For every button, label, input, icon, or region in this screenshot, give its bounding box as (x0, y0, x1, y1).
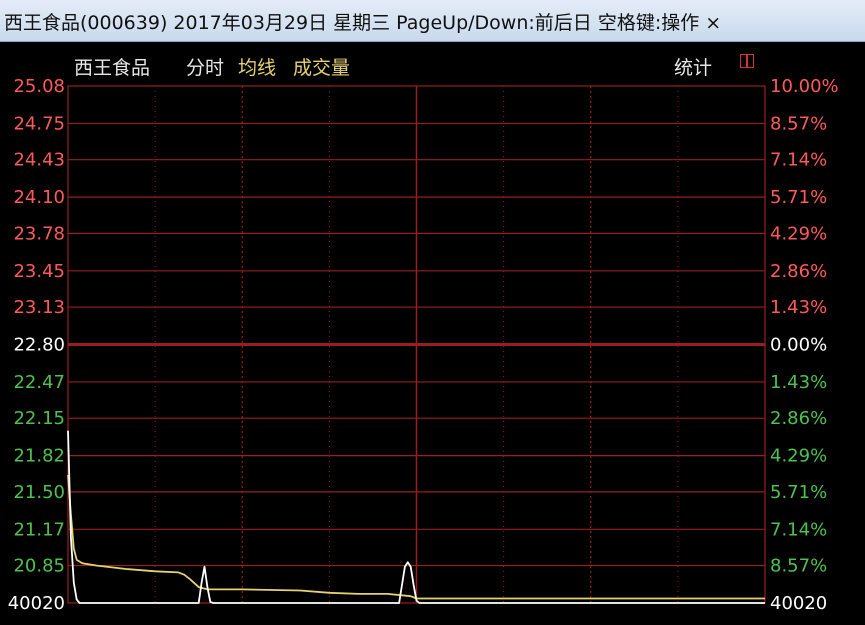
chart-grid (67, 85, 766, 604)
percent-tick-label: 2.86% (770, 408, 827, 429)
percent-tick-label: 10.00% (770, 76, 839, 97)
price-tick-label: 23.13 (13, 297, 65, 318)
price-tick-label: 21.17 (13, 519, 65, 540)
price-tick-label: 25.08 (13, 76, 65, 97)
percent-tick-label: 0.00% (770, 335, 827, 356)
price-tick-label: 22.15 (13, 408, 65, 429)
price-tick-label: 24.75 (13, 113, 65, 134)
price-tick-label: 24.10 (13, 187, 65, 208)
price-tick-label: 22.47 (13, 372, 65, 393)
percent-tick-label: 4.29% (770, 223, 827, 244)
percent-tick-label: 8.57% (770, 113, 827, 134)
percent-tick-label: 1.43% (770, 297, 827, 318)
price-axis: 25.08 24.75 24.43 24.10 23.78 23.45 23.13 22.80… (8, 76, 65, 614)
percent-tick-label: 1.43% (770, 372, 827, 393)
percent-tick-label: 7.14% (770, 150, 827, 171)
percent-tick-label: 40020 (770, 593, 827, 614)
price-tick-label: 20.85 (13, 556, 65, 577)
percent-tick-label: 4.29% (770, 446, 827, 467)
percent-axis: 10.00% 8.57% 7.14% 5.71% 4.29% 2.86% 1.43% 0.00… (770, 76, 839, 614)
percent-tick-label: 5.71% (770, 482, 827, 503)
percent-tick-label: 5.71% (770, 187, 827, 208)
price-tick-label: 40020 (8, 593, 65, 614)
price-tick-label: 23.45 (13, 261, 65, 282)
intraday-chart: 25.08 24.75 24.43 24.10 23.78 23.45 23.13 22.80… (8, 76, 839, 614)
price-tick-label: 21.50 (13, 482, 65, 503)
price-tick-label: 24.43 (13, 150, 65, 171)
price-tick-label: 21.82 (13, 446, 65, 467)
price-tick-label: 22.80 (13, 335, 65, 356)
percent-tick-label: 7.14% (770, 519, 827, 540)
price-tick-label: 23.78 (13, 223, 65, 244)
percent-tick-label: 8.57% (770, 556, 827, 577)
percent-tick-label: 2.86% (770, 261, 827, 282)
